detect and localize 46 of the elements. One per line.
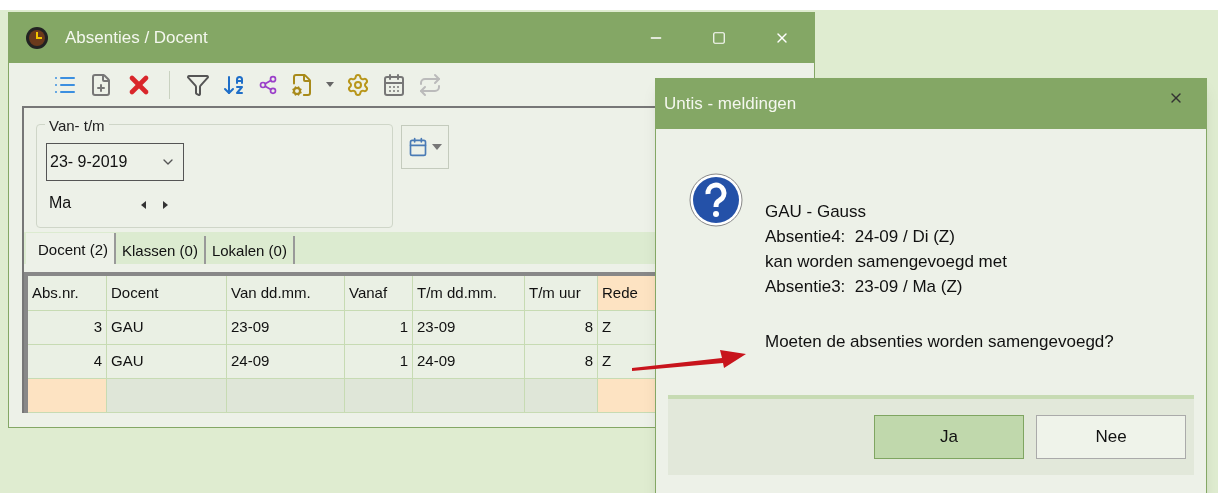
day-label: Ma	[49, 193, 72, 213]
table-cell: 8	[525, 311, 598, 345]
dialog-button[interactable]: Nee	[1036, 415, 1186, 459]
message-line: Absentie3: 23-09 / Ma (Z)	[765, 276, 964, 298]
transfer-icon[interactable]	[418, 72, 442, 97]
table-cell: GAU	[107, 345, 227, 379]
table-cell: 24-09	[227, 345, 345, 379]
caret-icon[interactable]	[326, 82, 334, 87]
message-line: GAU - Gauss	[765, 201, 868, 223]
calendar-button[interactable]	[401, 125, 449, 169]
link-icon[interactable]	[258, 74, 278, 95]
table-cell: GAU	[107, 311, 227, 345]
gear-icon[interactable]	[346, 72, 370, 97]
column-header[interactable]: Vanaf	[345, 276, 413, 311]
page-settings-icon[interactable]	[290, 72, 314, 97]
column-header[interactable]: Docent	[107, 276, 227, 311]
column-header[interactable]: T/m uur	[525, 276, 598, 311]
table-cell: 1	[345, 345, 413, 379]
table-cell: 4	[28, 345, 107, 379]
next-day-icon[interactable]	[163, 201, 168, 209]
question-text: Moeten de absenties worden samengevoegd?	[765, 331, 1114, 353]
calendar-icon	[408, 137, 428, 157]
previous-day-icon[interactable]	[141, 201, 146, 209]
column-header[interactable]: Van dd.mm.	[227, 276, 345, 311]
column-header[interactable]: T/m dd.mm.	[413, 276, 525, 311]
table-cell: 23-09	[413, 311, 525, 345]
table-cell: 3	[28, 311, 107, 345]
new-document-icon[interactable]	[89, 72, 113, 97]
question-icon	[689, 173, 743, 227]
message-line: Absentie4: 24-09 / Di (Z)	[765, 226, 956, 248]
tab[interactable]: Docent (2)	[26, 233, 117, 264]
table-cell: 8	[525, 345, 598, 379]
clock-icon	[25, 26, 49, 50]
calendar-icon[interactable]	[382, 72, 406, 97]
caret-icon	[432, 144, 442, 150]
table-cell: 1	[345, 311, 413, 345]
dialog-title: Untis - meldingen	[664, 93, 797, 116]
dialog-button[interactable]: Ja	[874, 415, 1024, 459]
maximize-icon[interactable]	[712, 31, 726, 45]
date-field[interactable]: 23- 9-2019	[46, 143, 184, 181]
window-title: Absenties / Docent	[65, 27, 208, 50]
table-cell: 24-09	[413, 345, 525, 379]
message-line: kan worden samengevoegd met	[765, 251, 1008, 273]
table-cell: 23-09	[227, 311, 345, 345]
filter-icon[interactable]	[186, 72, 210, 97]
column-header[interactable]: Abs.nr.	[28, 276, 107, 311]
